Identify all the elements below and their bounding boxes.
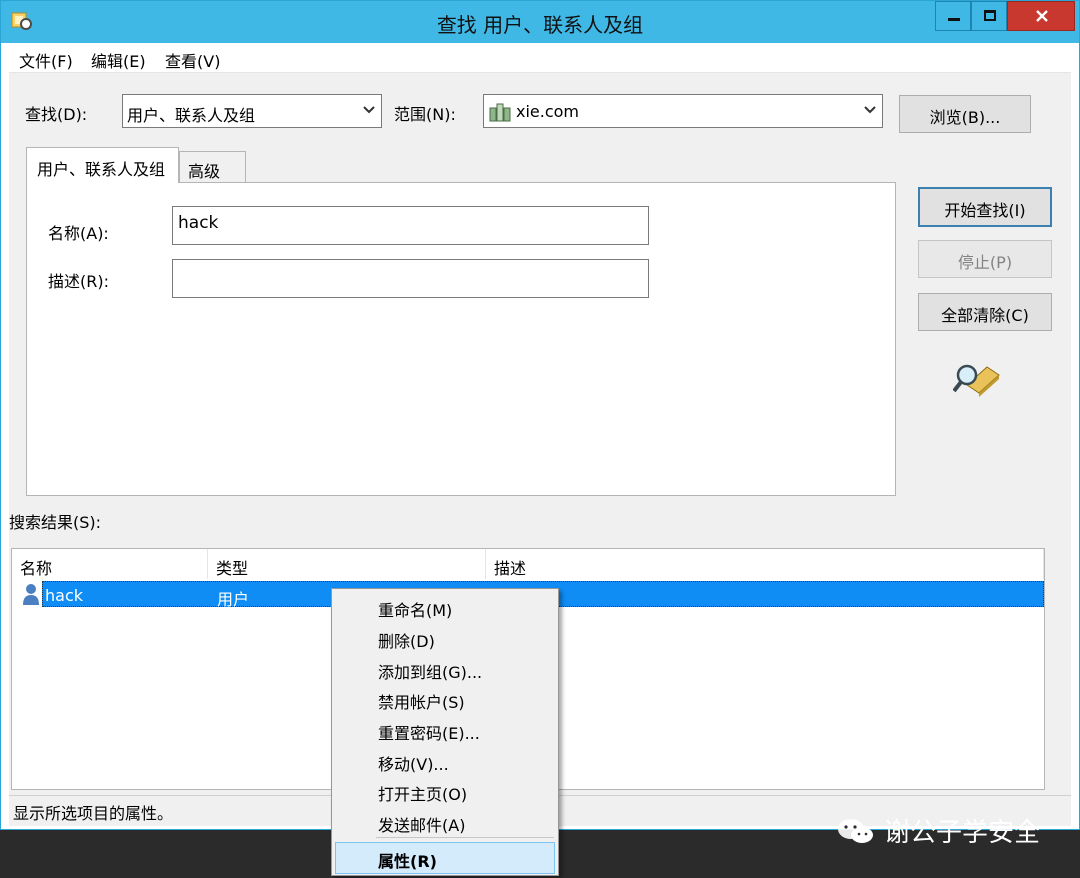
find-type-value: 用户、联系人及组 — [127, 106, 256, 125]
status-text: 显示所选项目的属性。 — [13, 804, 174, 823]
menu-item-delete[interactable]: 删除(D) — [378, 628, 435, 652]
search-magnifier-icon — [953, 364, 1000, 397]
close-icon — [1036, 10, 1048, 22]
row-type: 用户 — [217, 590, 250, 609]
stop-label: 停止(P) — [957, 253, 1013, 272]
menu-item-properties[interactable]: 属性(R) — [335, 842, 555, 874]
context-menu: 重命名(M) 删除(D) 添加到组(G)... 禁用帐户(S) 重置密码(E).… — [331, 588, 559, 876]
clear-all-label: 全部清除(C) — [941, 306, 1029, 325]
menu-bar: 文件(F) 编辑(E) 查看(V) — [9, 43, 1071, 73]
domain-icon — [489, 103, 511, 122]
column-header-label: 名称 — [20, 559, 53, 578]
search-results-label: 搜索结果(S): — [9, 513, 102, 532]
tab-panel: 名称(A): hack 描述(R): — [26, 182, 896, 496]
menu-separator — [376, 837, 554, 838]
scope-select[interactable]: xie.com — [483, 94, 883, 128]
menu-view[interactable]: 查看(V) — [165, 48, 220, 72]
column-header-name[interactable]: 名称 — [12, 549, 208, 579]
user-icon — [23, 584, 39, 605]
scope-value: xie.com — [516, 102, 580, 121]
clear-all-button[interactable]: 全部清除(C) — [918, 293, 1052, 331]
column-header-label: 描述 — [494, 559, 527, 578]
tab-label: 用户、联系人及组 — [37, 160, 166, 179]
maximize-button[interactable] — [971, 1, 1007, 31]
tab-label: 高级 — [188, 162, 221, 181]
description-input[interactable] — [172, 259, 649, 298]
stop-button[interactable]: 停止(P) — [918, 240, 1052, 278]
column-header-label: 类型 — [216, 559, 249, 578]
minimize-button[interactable] — [935, 1, 971, 31]
wechat-icon — [838, 819, 873, 843]
watermark: 谢公子学安全 — [884, 818, 1041, 848]
tab-advanced[interactable]: 高级 — [179, 151, 246, 183]
find-label: 查找(D): — [25, 105, 88, 124]
start-search-label: 开始查找(I) — [944, 201, 1026, 220]
menu-item-disable-account[interactable]: 禁用帐户(S) — [378, 689, 465, 713]
browse-button[interactable]: 浏览(B)... — [899, 95, 1031, 133]
name-input-value: hack — [178, 213, 219, 233]
scope-label: 范围(N): — [394, 105, 456, 124]
menu-item-add-to-group[interactable]: 添加到组(G)... — [378, 659, 482, 683]
find-type-select[interactable]: 用户、联系人及组 — [122, 94, 382, 128]
close-button[interactable] — [1007, 1, 1075, 31]
tab-users-contacts-groups[interactable]: 用户、联系人及组 — [26, 147, 179, 183]
menu-item-reset-password[interactable]: 重置密码(E)... — [378, 720, 480, 744]
menu-item-move[interactable]: 移动(V)... — [378, 751, 449, 775]
menu-item-open-homepage[interactable]: 打开主页(O) — [378, 781, 467, 805]
menu-edit[interactable]: 编辑(E) — [91, 48, 146, 72]
title-bar[interactable]: 查找 用户、联系人及组 — [1, 1, 1079, 43]
menu-item-send-mail[interactable]: 发送邮件(A) — [378, 812, 465, 836]
row-name: hack — [45, 586, 84, 605]
name-input[interactable]: hack — [172, 206, 649, 245]
chevron-down-icon — [864, 106, 876, 114]
minimize-icon — [948, 18, 960, 21]
menu-file[interactable]: 文件(F) — [19, 48, 73, 72]
window-title: 查找 用户、联系人及组 — [436, 13, 644, 37]
name-label: 名称(A): — [48, 224, 109, 243]
column-header-description[interactable]: 描述 — [486, 549, 1044, 579]
menu-item-properties-label: 属性(R) — [378, 852, 437, 871]
chevron-down-icon — [363, 106, 375, 114]
menu-item-rename[interactable]: 重命名(M) — [378, 597, 452, 621]
column-header-type[interactable]: 类型 — [208, 549, 486, 579]
start-search-button[interactable]: 开始查找(I) — [918, 187, 1052, 227]
description-label: 描述(R): — [48, 272, 109, 291]
maximize-icon — [984, 10, 996, 21]
browse-button-label: 浏览(B)... — [929, 108, 1001, 127]
